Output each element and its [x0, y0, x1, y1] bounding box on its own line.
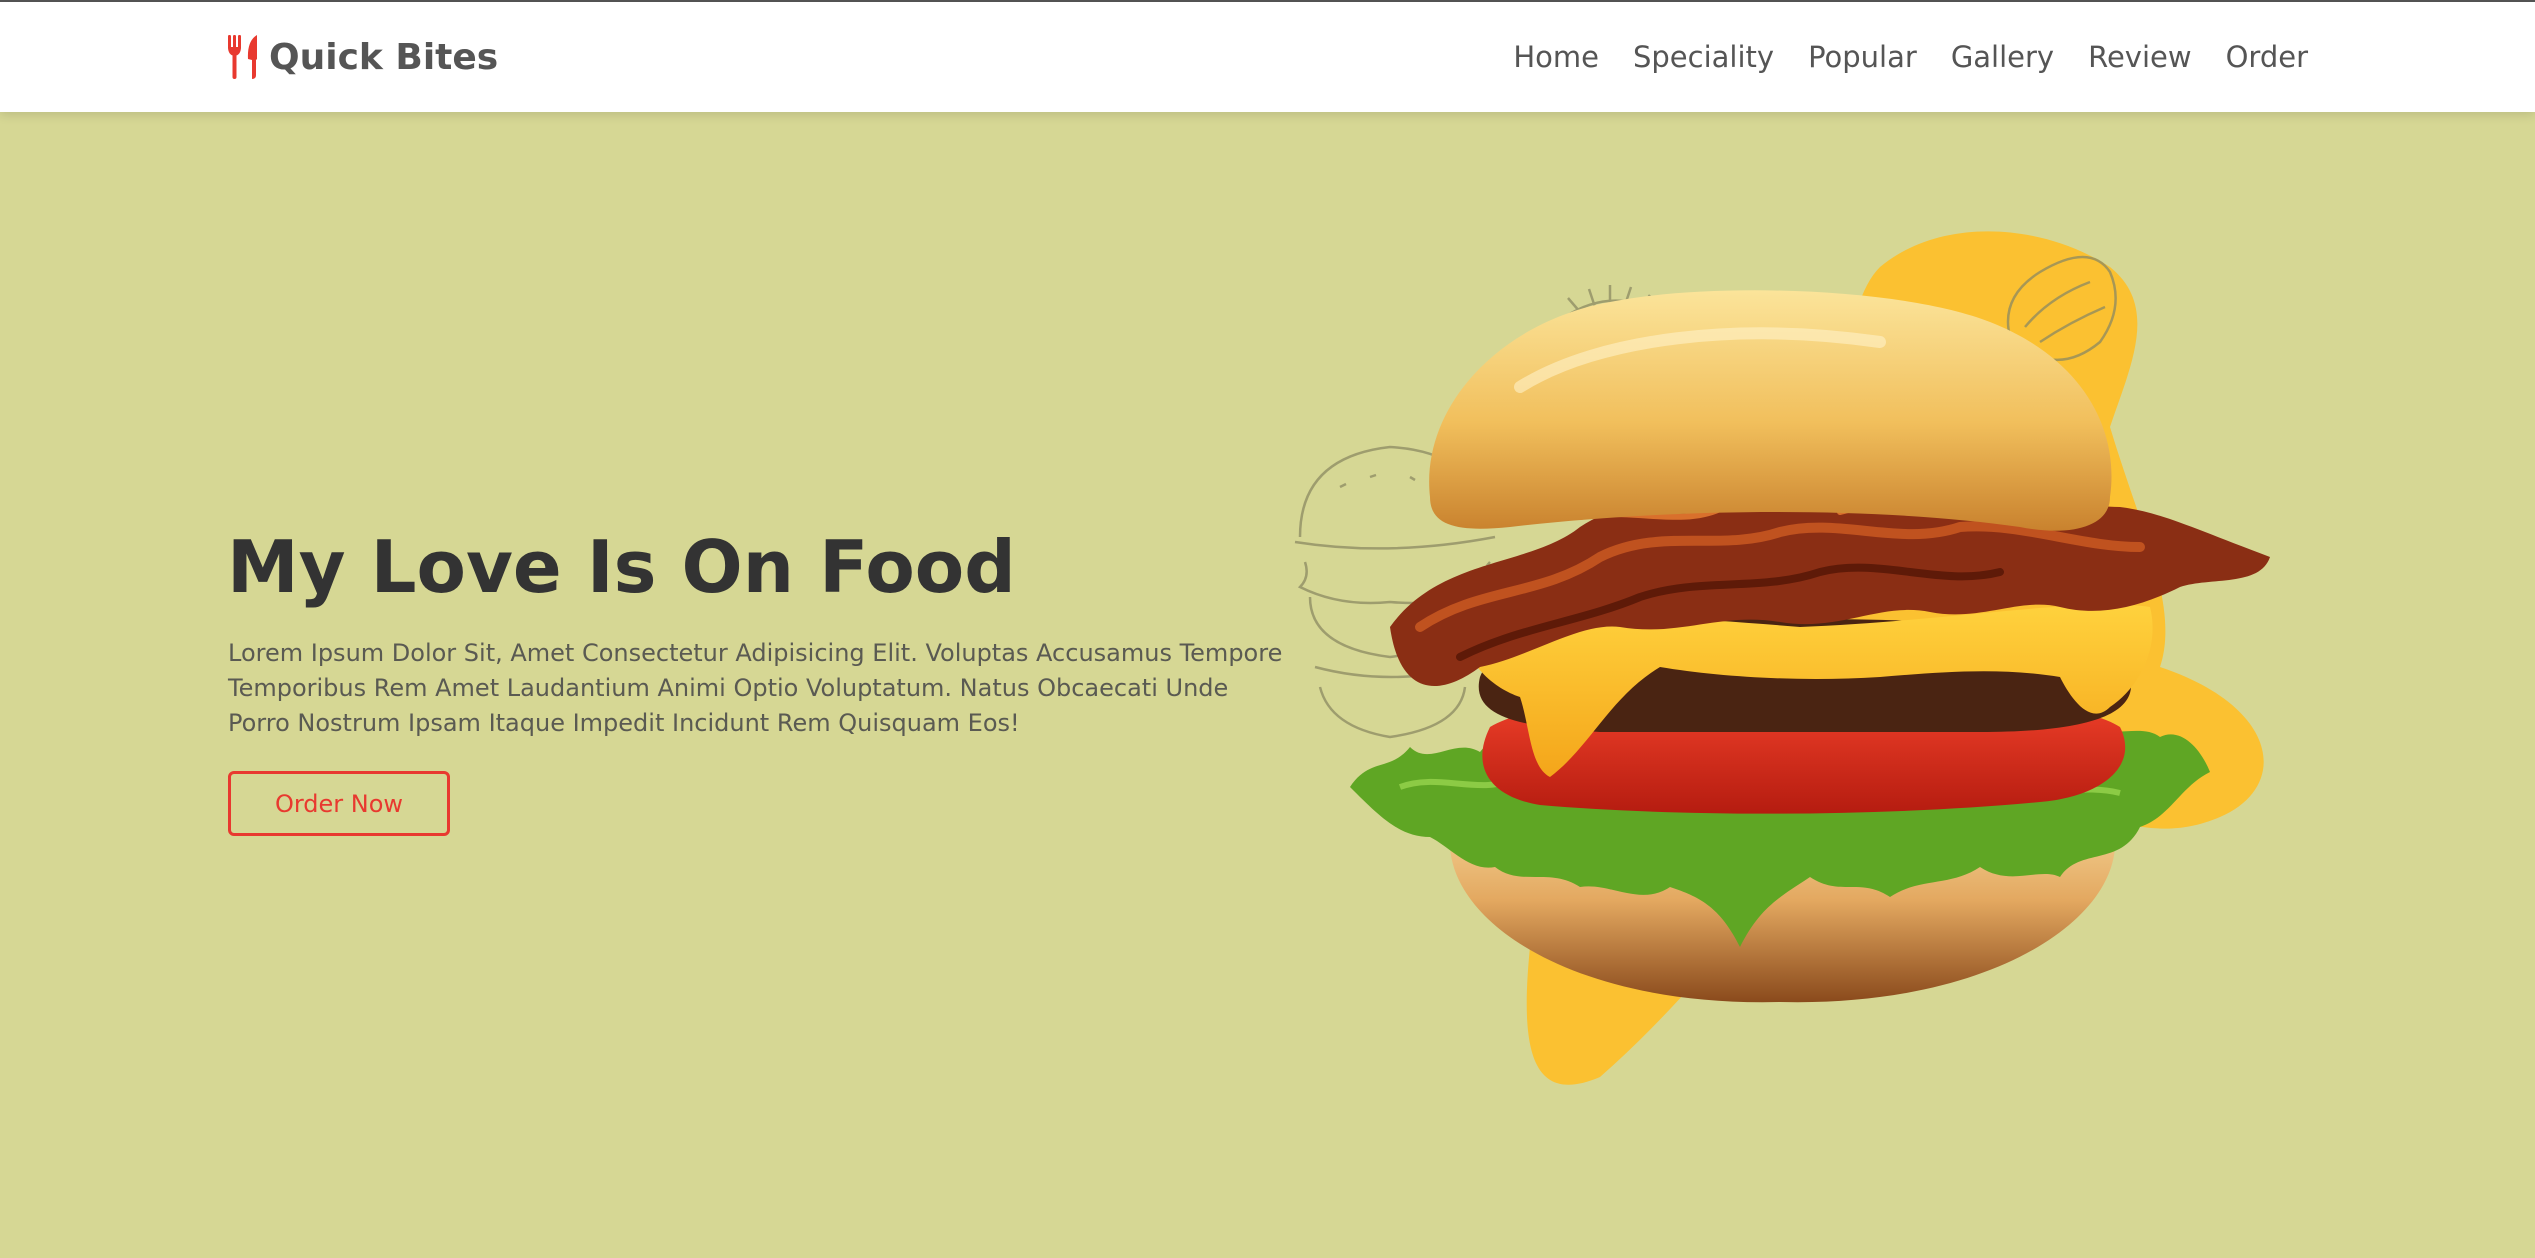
nav-gallery[interactable]: Gallery [1951, 40, 2054, 74]
nav-speciality[interactable]: Speciality [1633, 40, 1774, 74]
hero-description: Lorem Ipsum Dolor Sit, Amet Consectetur … [228, 639, 1283, 737]
nav-popular[interactable]: Popular [1808, 40, 1917, 74]
burger-image [1294, 231, 2270, 1085]
nav-home[interactable]: Home [1513, 40, 1599, 74]
utensils-icon [228, 35, 257, 79]
logo-text: Quick Bites [269, 36, 499, 78]
hero-title: My Love Is On Food [227, 525, 1016, 609]
main-nav: Home Speciality Popular Gallery Review O… [1479, 32, 2308, 82]
site-header: Quick Bites Home Speciality Popular Gall… [0, 2, 2535, 112]
nav-order[interactable]: Order [2226, 40, 2308, 74]
order-now-button[interactable]: Order Now [228, 771, 450, 836]
logo-link[interactable]: Quick Bites [227, 32, 498, 82]
nav-review[interactable]: Review [2088, 40, 2191, 74]
